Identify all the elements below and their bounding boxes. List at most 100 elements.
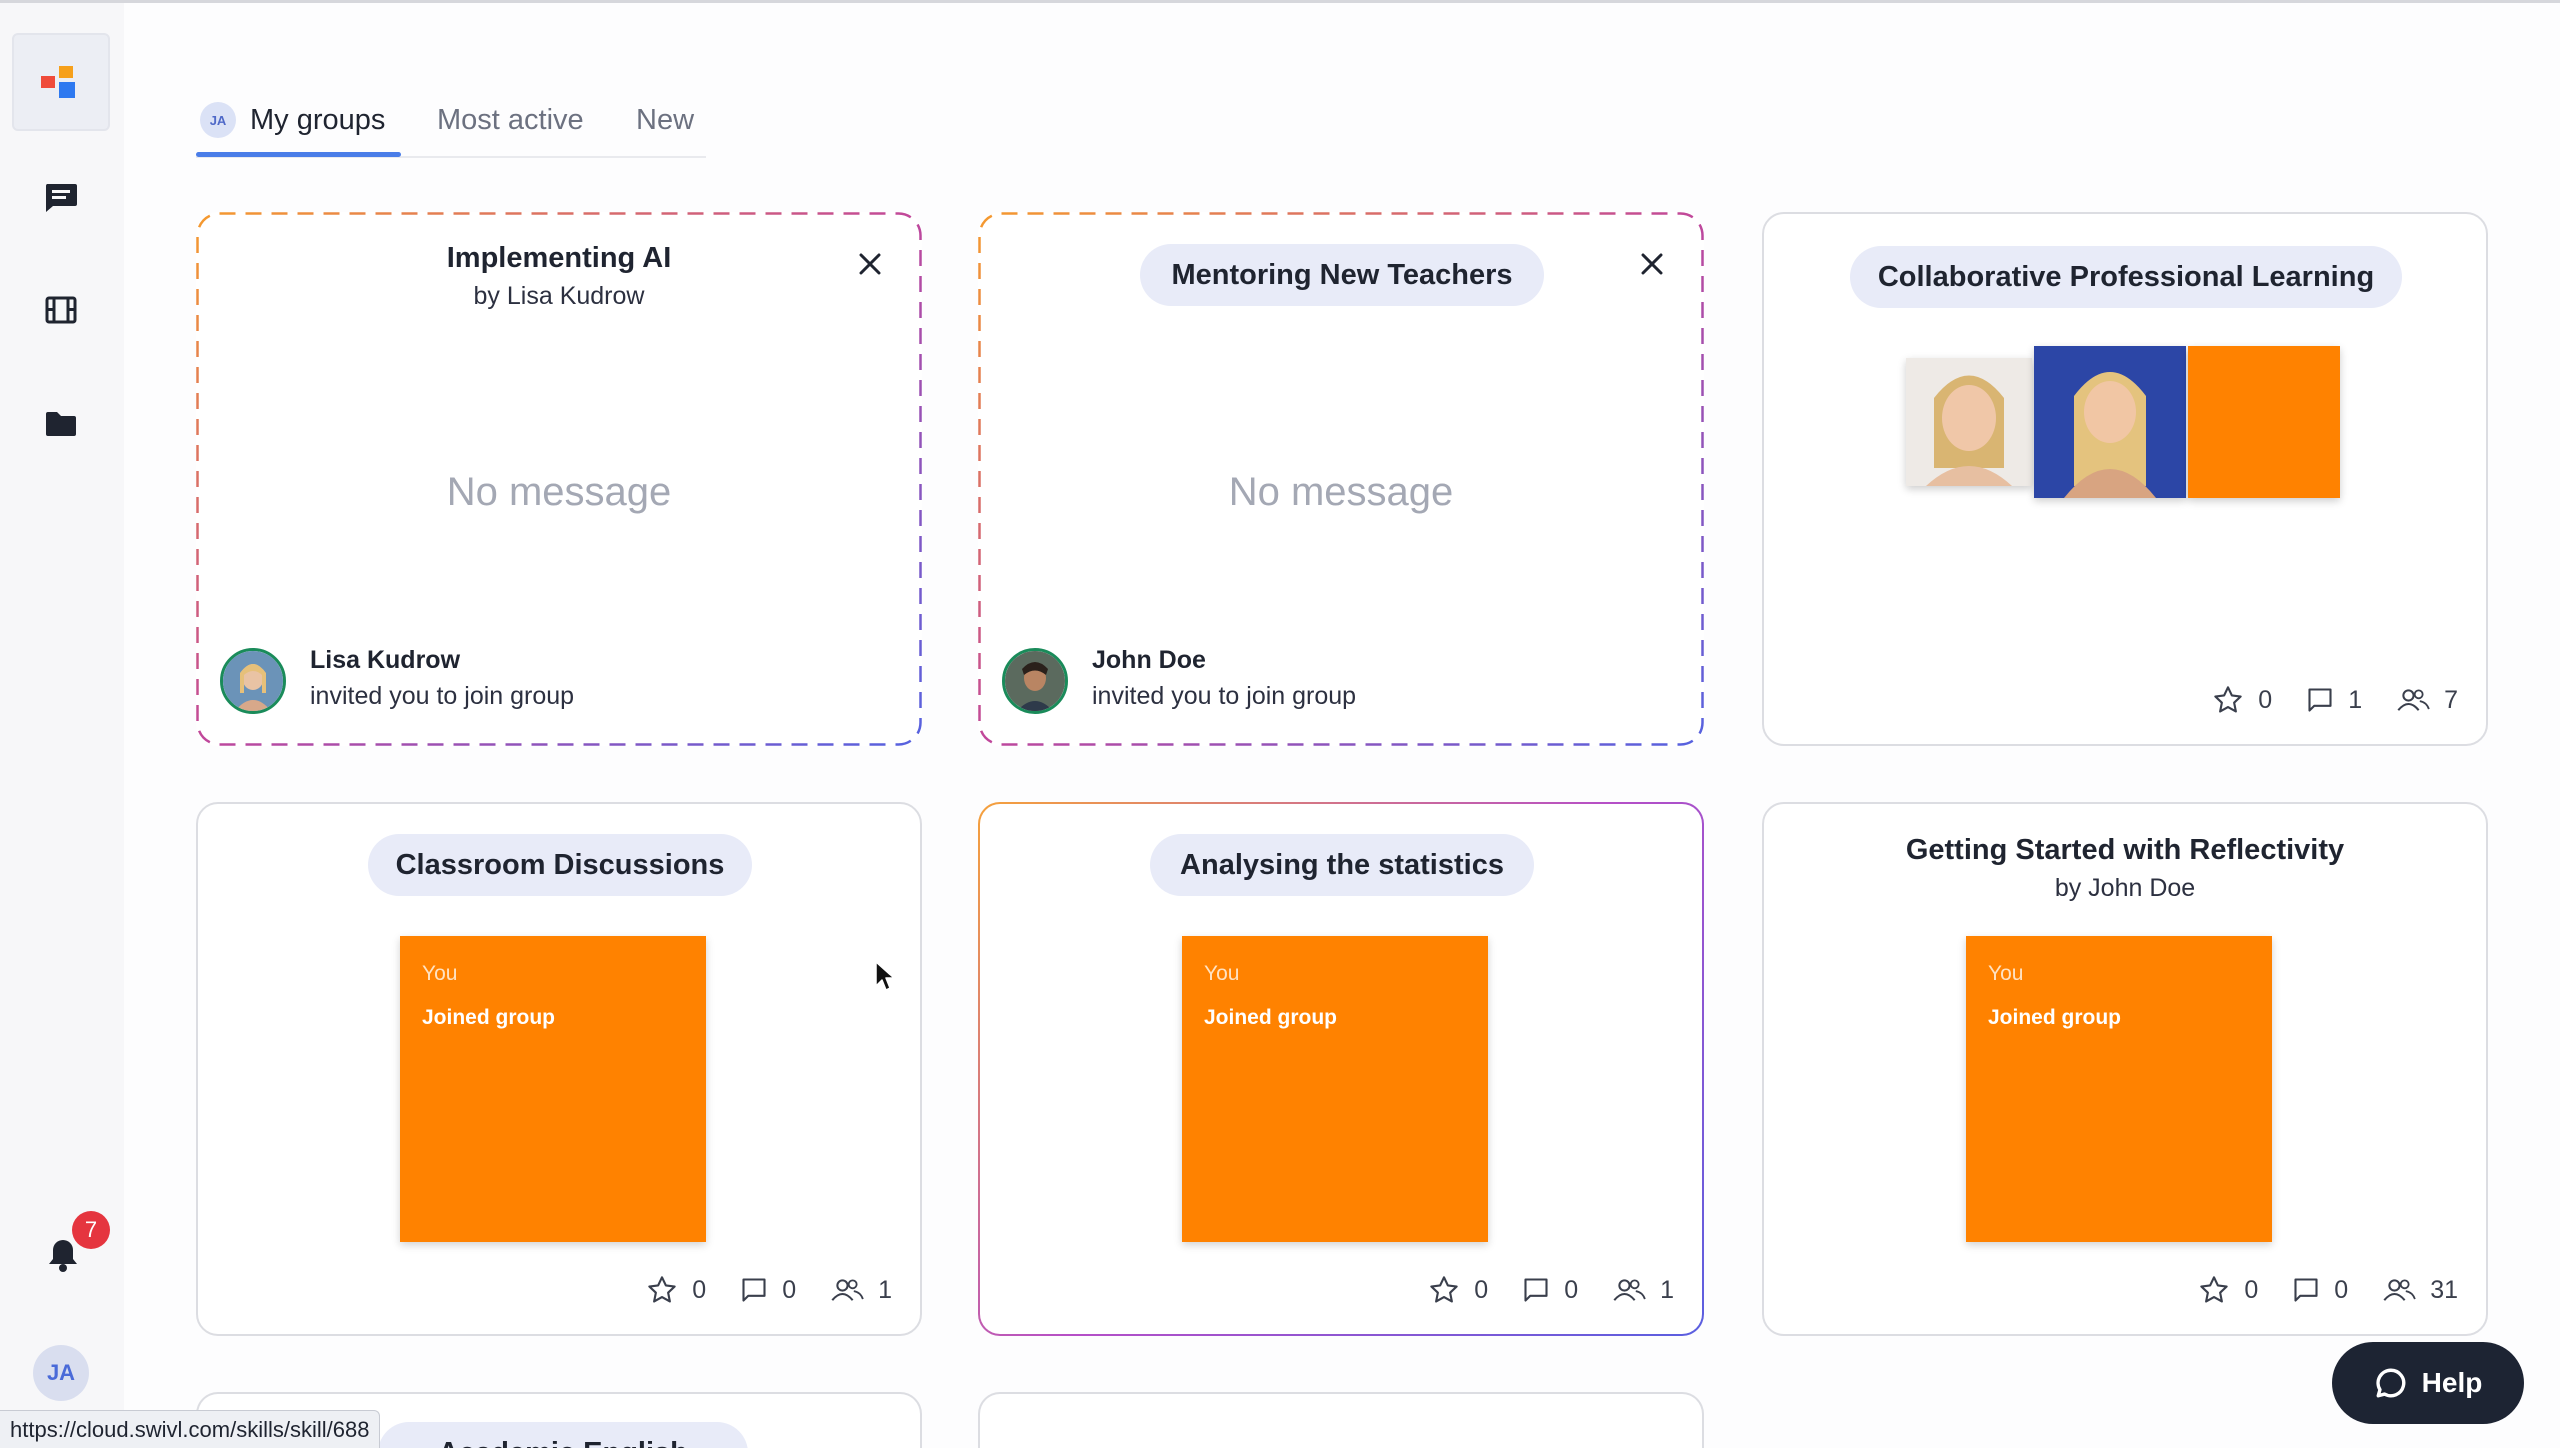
members-stat[interactable]: 1 xyxy=(1612,1276,1674,1305)
group-stats: 0 0 1 xyxy=(1428,1274,1674,1306)
star-icon xyxy=(2214,686,2243,713)
home-logo-button[interactable] xyxy=(12,33,110,131)
stars-count: 0 xyxy=(1474,1275,1489,1304)
group-owner: by Lisa Kudrow xyxy=(473,282,645,310)
dismiss-invite-button[interactable] xyxy=(1632,244,1672,284)
chat-icon xyxy=(45,184,77,212)
close-icon xyxy=(859,253,881,275)
members-icon xyxy=(1613,1279,1646,1301)
stars-stat[interactable]: 0 xyxy=(2198,1274,2258,1306)
tile-activity: Joined group xyxy=(422,1006,555,1029)
person-photo-icon xyxy=(1005,651,1065,711)
swivl-logo-icon xyxy=(41,64,81,100)
stars-stat[interactable]: 0 xyxy=(646,1274,706,1306)
comments-stat[interactable]: 0 xyxy=(1522,1276,1578,1305)
mouse-cursor-icon xyxy=(875,961,895,991)
comment-icon xyxy=(2308,688,2332,712)
comments-stat[interactable]: 0 xyxy=(2292,1276,2348,1305)
user-avatar[interactable]: JA xyxy=(33,1345,89,1401)
dismiss-invite-button[interactable] xyxy=(850,244,890,284)
group-card-classroom-discussions[interactable]: Classroom Discussions You Joined group 0… xyxy=(196,802,922,1336)
stars-stat[interactable]: 0 xyxy=(1428,1274,1488,1306)
members-count: 1 xyxy=(1660,1275,1674,1304)
stars-count: 0 xyxy=(2244,1275,2259,1304)
videos-nav-button[interactable] xyxy=(12,261,110,359)
comments-stat[interactable]: 1 xyxy=(2306,686,2362,715)
group-title-pill: Academic English xyxy=(378,1422,748,1448)
group-card-mentoring-new-teachers[interactable]: Mentoring New Teachers No message John D… xyxy=(978,212,1704,746)
group-title-pill: Classroom Discussions xyxy=(368,834,752,896)
help-button[interactable]: Help xyxy=(2332,1342,2524,1424)
group-stats: 0 1 7 xyxy=(2212,684,2458,716)
stars-count: 0 xyxy=(2258,685,2273,714)
comments-count: 0 xyxy=(2334,1275,2349,1304)
tab-my-groups[interactable]: JA My groups xyxy=(200,92,385,148)
star-icon xyxy=(1430,1276,1459,1303)
sidebar: 7 JA xyxy=(0,3,124,1448)
member-photo xyxy=(2034,346,2186,498)
members-stat[interactable]: 31 xyxy=(2382,1276,2458,1305)
star-icon xyxy=(2200,1276,2229,1303)
inviter-name: John Doe xyxy=(1092,646,1206,674)
tab-label: My groups xyxy=(250,103,386,136)
bell-icon xyxy=(49,1240,77,1272)
group-title: Implementing AI xyxy=(446,242,672,274)
tile-activity: Joined group xyxy=(1988,1006,2121,1029)
activity-tile[interactable]: You Joined group xyxy=(400,936,706,1242)
tab-label: New xyxy=(636,103,695,136)
notification-count-badge: 7 xyxy=(72,1211,110,1249)
activity-tile[interactable]: You Joined group xyxy=(1966,936,2272,1242)
group-card-collaborative-professional-learning[interactable]: Collaborative Professional Learning 0 1 … xyxy=(1762,212,2488,746)
tile-actor: You xyxy=(1204,962,1240,985)
members-icon xyxy=(2383,1279,2416,1301)
activity-tile[interactable]: You Joined group xyxy=(1182,936,1488,1242)
person-photo-icon xyxy=(1906,358,2032,486)
comment-icon xyxy=(742,1278,766,1302)
link-preview-statusbar: https://cloud.swivl.com/skills/skill/688 xyxy=(0,1410,381,1448)
person-photo-icon xyxy=(223,651,283,711)
group-title-pill: Analysing the statistics xyxy=(1150,834,1534,896)
inviter-name: Lisa Kudrow xyxy=(310,646,461,674)
group-card-implementing-ai[interactable]: Implementing AI by Lisa Kudrow No messag… xyxy=(196,212,922,746)
film-icon xyxy=(45,296,77,324)
group-card-analysing-the-statistics[interactable]: Analysing the statistics You Joined grou… xyxy=(978,802,1704,1336)
comments-count: 0 xyxy=(782,1275,797,1304)
members-stat[interactable]: 1 xyxy=(830,1276,892,1305)
tab-new[interactable]: New xyxy=(636,92,694,148)
stars-count: 0 xyxy=(692,1275,707,1304)
group-title: Getting Started with Reflectivity xyxy=(1905,834,2345,866)
invite-text: invited you to join group xyxy=(1092,682,1357,710)
tile-activity: Joined group xyxy=(1204,1006,1337,1029)
comments-count: 1 xyxy=(2348,685,2363,714)
person-photo-icon xyxy=(2034,346,2186,498)
comment-icon xyxy=(1524,1278,1548,1302)
inviter-avatar xyxy=(1002,648,1068,714)
chat-bubble-icon xyxy=(2376,1368,2406,1398)
top-border xyxy=(0,0,2560,3)
comments-stat[interactable]: 0 xyxy=(740,1276,796,1305)
tile-actor: You xyxy=(1988,962,2024,985)
group-stats: 0 0 1 xyxy=(646,1274,892,1306)
member-photo-placeholder xyxy=(2188,346,2340,498)
group-title-pill: Collaborative Professional Learning xyxy=(1850,246,2402,308)
tab-label: Most active xyxy=(437,103,584,136)
group-card-getting-started-with-reflectivity[interactable]: Getting Started with Reflectivity by Joh… xyxy=(1762,802,2488,1336)
comments-count: 0 xyxy=(1564,1275,1579,1304)
no-message-text: No message xyxy=(1228,470,1454,514)
messages-nav-button[interactable] xyxy=(12,149,110,247)
members-count: 7 xyxy=(2444,685,2458,714)
star-icon xyxy=(648,1276,677,1303)
members-icon xyxy=(2397,689,2430,711)
comment-icon xyxy=(2294,1278,2318,1302)
group-title-pill: Mentoring New Teachers xyxy=(1140,244,1544,306)
folder-icon xyxy=(46,412,76,436)
group-tabs: JA My groups Most active New xyxy=(196,80,706,158)
group-card-partial[interactable] xyxy=(978,1392,1704,1448)
close-icon xyxy=(1641,253,1663,275)
folders-nav-button[interactable] xyxy=(12,375,110,473)
invite-text: invited you to join group xyxy=(310,682,575,710)
stars-stat[interactable]: 0 xyxy=(2212,684,2272,716)
member-photo xyxy=(1906,358,2032,486)
tab-most-active[interactable]: Most active xyxy=(437,92,584,148)
members-stat[interactable]: 7 xyxy=(2396,686,2458,715)
